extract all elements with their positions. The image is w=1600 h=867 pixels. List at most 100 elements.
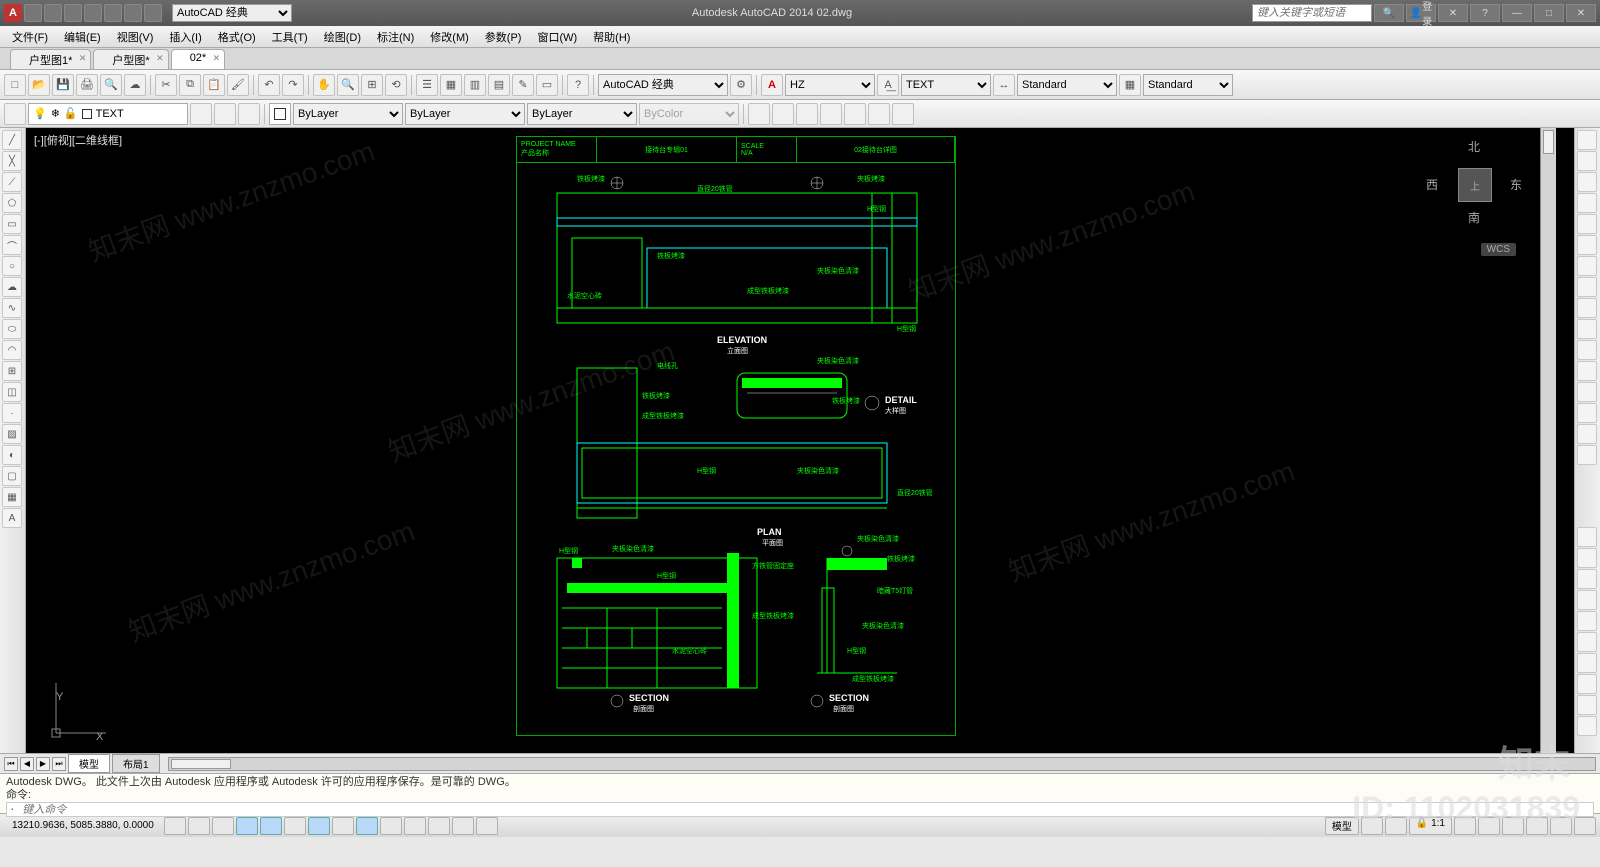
break-icon[interactable] [1577,361,1597,381]
linetype-select[interactable]: ByLayer [405,103,525,125]
close-icon[interactable]: ✕ [79,53,87,64]
properties-icon[interactable]: ☰ [416,74,438,96]
tp-icon[interactable]: ▥ [464,74,486,96]
menu-parametric[interactable]: 参数(P) [477,29,530,45]
am-toggle[interactable] [476,817,498,835]
layout-tab-model[interactable]: 模型 [68,754,110,773]
osnap-toggle[interactable] [260,817,282,835]
close-icon[interactable]: ✕ [156,53,164,64]
dimstyle-select[interactable]: Standard [1017,74,1117,96]
ws-settings-icon[interactable]: ⚙ [730,74,752,96]
qv-drawings-icon[interactable] [1385,817,1407,835]
dim-ord-icon[interactable] [1577,590,1597,610]
region-icon[interactable]: ▢ [2,466,22,486]
vp-2-icon[interactable] [772,103,794,125]
scale-icon[interactable] [1577,277,1597,297]
layer-state-icon[interactable] [214,103,236,125]
menu-help[interactable]: 帮助(H) [585,29,638,45]
dc-icon[interactable]: ▦ [440,74,462,96]
model-button[interactable]: 模型 [1325,817,1359,835]
signin-button[interactable]: 👤 登录 [1406,4,1436,22]
stretch-icon[interactable] [1577,298,1597,318]
spline-icon[interactable]: ∿ [2,298,22,318]
new-icon[interactable]: □ [4,74,26,96]
dim-arc-icon[interactable] [1577,569,1597,589]
tablestyle-select[interactable]: Standard [1143,74,1233,96]
close-button[interactable]: ✕ [1566,4,1596,22]
workspace-select[interactable]: AutoCAD 经典 [598,74,728,96]
mirror-icon[interactable] [1577,172,1597,192]
workspace-select-qat[interactable]: AutoCAD 经典 [172,4,292,22]
markup-icon[interactable]: ✎ [512,74,534,96]
menu-dimension[interactable]: 标注(N) [369,29,422,45]
gradient-icon[interactable]: ◐ [2,445,22,465]
vp-3-icon[interactable] [796,103,818,125]
preview-icon[interactable]: 🔍 [100,74,122,96]
vp-1-icon[interactable] [748,103,770,125]
vp-6-icon[interactable] [868,103,890,125]
textstyle-b-icon[interactable]: A͟ [877,74,899,96]
color-swatch[interactable] [269,103,291,125]
view-cube[interactable]: 北 南 西 东 上 WCS [1424,138,1524,238]
move-icon[interactable] [1577,235,1597,255]
print-icon[interactable]: 🖨 [76,74,98,96]
undo-icon[interactable]: ↶ [258,74,280,96]
rotate-icon[interactable] [1577,256,1597,276]
lwt-toggle[interactable] [380,817,402,835]
tab-next-icon[interactable]: ▶ [36,757,50,771]
vp-4-icon[interactable] [820,103,842,125]
toolbar-lock-icon[interactable] [1502,817,1524,835]
dim-cont-icon[interactable] [1577,716,1597,736]
tab-first-icon[interactable]: ⏮ [4,757,18,771]
close-icon[interactable]: ✕ [213,53,221,64]
textstyle-a-select[interactable]: HZ [785,74,875,96]
erase-icon[interactable] [1577,130,1597,150]
search-icon[interactable]: 🔍 [1374,4,1404,22]
array-icon[interactable] [1577,214,1597,234]
menu-file[interactable]: 文件(F) [4,29,56,45]
drawing-canvas[interactable]: [-][俯视][二维线框] 北 南 西 东 上 WCS Y X PROJECT … [26,128,1574,753]
chamfer-icon[interactable] [1577,403,1597,423]
ortho-toggle[interactable] [212,817,234,835]
layer-iso-icon[interactable] [238,103,260,125]
calc-icon[interactable]: ▭ [536,74,558,96]
vertical-scrollbar[interactable] [1540,128,1556,753]
block-icon[interactable]: ◫ [2,382,22,402]
insert-icon[interactable]: ⊞ [2,361,22,381]
infocenter-search[interactable] [1252,4,1372,22]
color-select[interactable]: ByLayer [293,103,403,125]
zoom-rt-icon[interactable]: 🔍 [337,74,359,96]
3dosnap-toggle[interactable] [284,817,306,835]
arc-icon[interactable]: ⌒ [2,235,22,255]
dim-quick-icon[interactable] [1577,674,1597,694]
menu-modify[interactable]: 修改(M) [422,29,477,45]
command-input[interactable] [6,802,1594,817]
vp-7-icon[interactable] [892,103,914,125]
circle-icon[interactable]: ○ [2,256,22,276]
doc-tab[interactable]: 户型图*✕ [93,49,168,69]
doc-tab-active[interactable]: 02*✕ [171,49,226,69]
dim-rad-icon[interactable] [1577,611,1597,631]
pan-icon[interactable]: ✋ [313,74,335,96]
sc-toggle[interactable] [452,817,474,835]
layer-dropdown[interactable]: 💡 ❄ 🔓 TEXT [28,103,188,125]
maximize-button[interactable]: □ [1534,4,1564,22]
menu-format[interactable]: 格式(O) [210,29,264,45]
offset-icon[interactable] [1577,193,1597,213]
rect-icon[interactable]: ▭ [2,214,22,234]
matchprop-icon[interactable]: 🖌 [227,74,249,96]
textstyle-b-select[interactable]: TEXT [901,74,991,96]
copy-icon[interactable]: ⧉ [179,74,201,96]
table-icon[interactable]: ▦ [2,487,22,507]
open-icon[interactable] [44,4,62,22]
ducs-toggle[interactable] [332,817,354,835]
save-icon[interactable]: 💾 [52,74,74,96]
ellipsearc-icon[interactable]: ◠ [2,340,22,360]
line-icon[interactable]: ╱ [2,130,22,150]
app-logo-icon[interactable]: A [4,4,22,22]
fillet-icon[interactable] [1577,424,1597,444]
xline-icon[interactable]: ╳ [2,151,22,171]
dyn-toggle[interactable] [356,817,378,835]
zoom-prev-icon[interactable]: ⟲ [385,74,407,96]
ellipse-icon[interactable]: ⬭ [2,319,22,339]
